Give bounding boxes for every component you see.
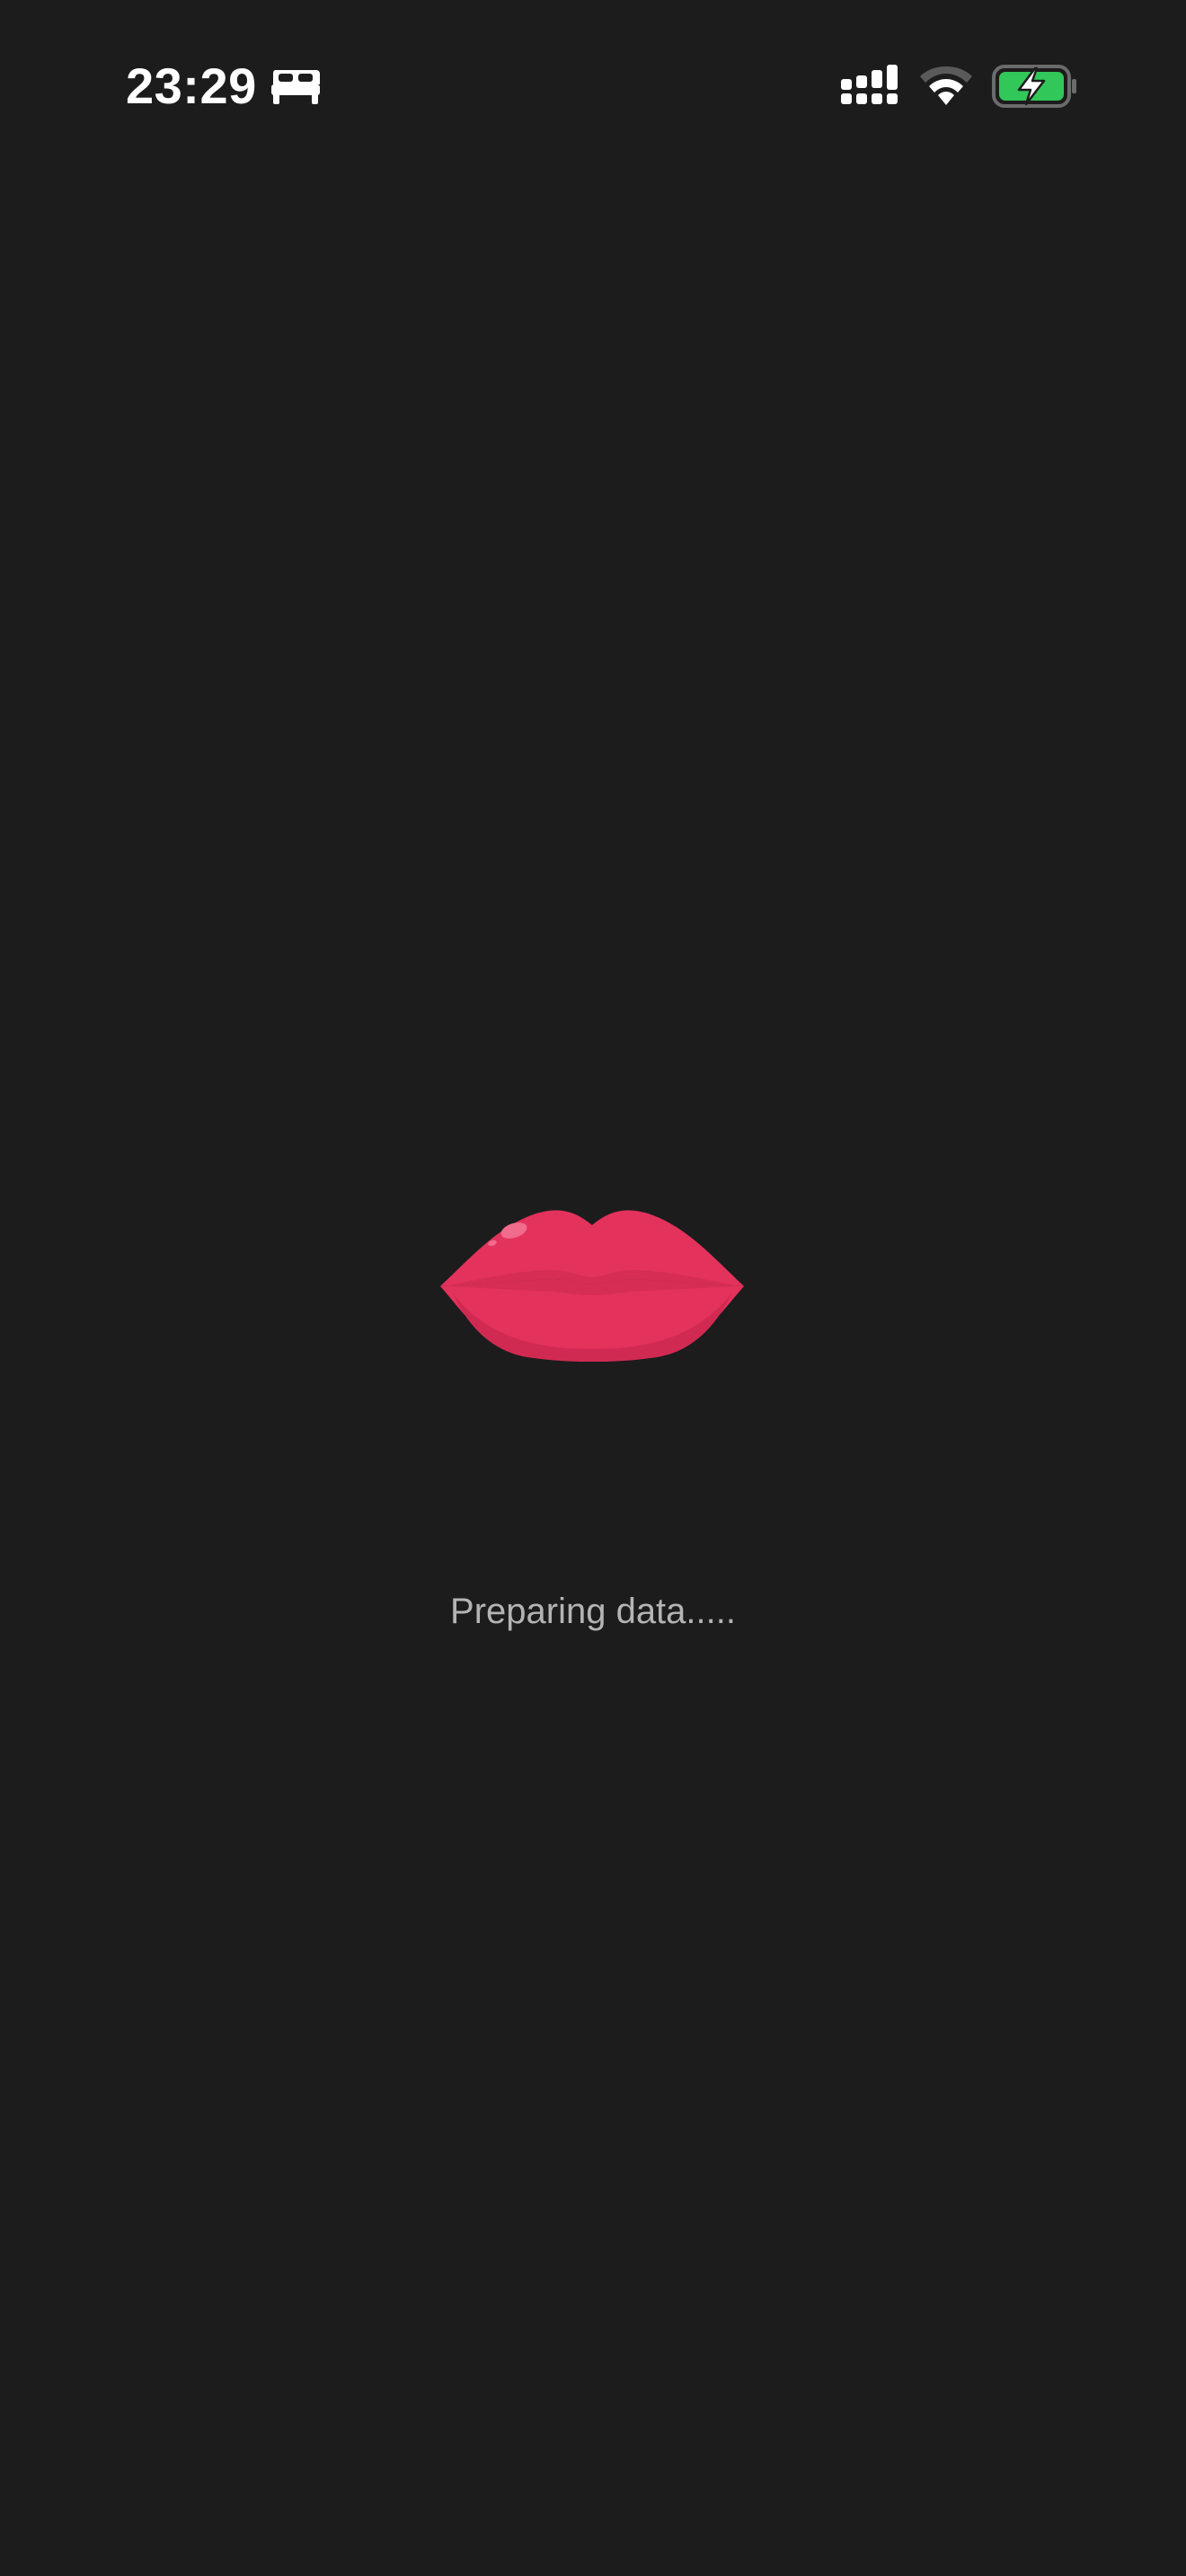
bed-icon	[271, 70, 320, 104]
wifi-icon	[920, 66, 972, 105]
status-bar: 23:29	[0, 54, 1186, 119]
lips-icon	[440, 1210, 744, 1362]
cellular-signal-icon	[841, 65, 898, 104]
status-time: 23:29	[126, 57, 257, 114]
splash-screen: 23:29 Preparing data.....	[0, 0, 1186, 2576]
battery-charging-icon	[992, 65, 1076, 108]
loading-text: Preparing data.....	[450, 1592, 736, 1631]
